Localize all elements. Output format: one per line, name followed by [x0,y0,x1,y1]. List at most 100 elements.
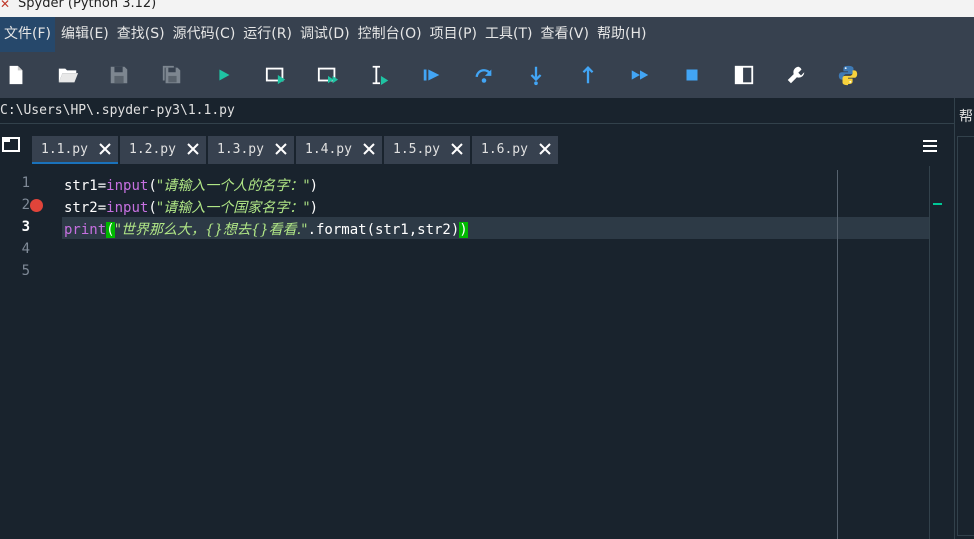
menu-view[interactable]: 查看(V) [536,17,593,52]
file-path: C:\Users\HP\.spyder-py3\1.1.py [0,103,235,118]
save-all-icon [162,65,181,84]
run-selection-icon [372,65,389,86]
code-string: "请输入一个人的名字：" [156,178,310,194]
open-file-button[interactable] [55,62,81,88]
menu-tools[interactable]: 工具(T) [481,17,536,52]
menu-help[interactable]: 帮助(H) [593,17,650,52]
tab-1-3-py[interactable]: 1.3.py [208,136,294,164]
close-icon[interactable] [186,142,200,156]
main-toolbar [0,52,974,98]
code-area[interactable]: str1=input("请输入一个人的名字：") str2=input("请输入… [62,166,929,539]
code-bracket: ( [148,200,157,216]
save-button[interactable] [106,62,132,88]
step-over-button[interactable] [471,62,497,88]
new-file-icon [9,65,23,85]
code-line-1: str1=input("请输入一个人的名字：") [64,175,318,195]
run-cell-advance-button[interactable] [315,62,341,88]
step-over-icon [475,69,492,83]
close-icon[interactable] [450,142,464,156]
maximize-pane-icon [734,65,754,85]
code-editor[interactable]: 1 2 3 4 5 str1=input("请输入一个人的名字：") str2=… [0,166,954,539]
menu-debug[interactable]: 调试(D) [296,17,354,52]
window-title: Spyder (Python 3.12) [18,0,157,11]
preferences-button[interactable] [783,62,809,88]
debug-icon [423,69,440,81]
tab-1-1-py[interactable]: 1.1.py [32,136,118,164]
tab-label: 1.2.py [129,142,176,157]
tab-1-4-py[interactable]: 1.4.py [296,136,382,164]
browse-tabs-icon[interactable] [2,137,20,152]
maximize-pane-button[interactable] [731,62,757,88]
code-text: str2= [64,200,107,216]
breakpoint-icon[interactable] [30,199,43,212]
file-path-bar: C:\Users\HP\.spyder-py3\1.1.py [0,98,954,124]
continue-button[interactable] [627,62,653,88]
line-number: 2 [21,197,30,213]
run-button[interactable] [211,62,237,88]
debug-button[interactable] [419,62,445,88]
menu-edit[interactable]: 编辑(E) [57,17,113,52]
tab-label: 1.1.py [41,142,88,157]
tab-options-menu-icon[interactable] [922,139,938,153]
title-bar: ✕ Spyder (Python 3.12) [0,0,974,17]
close-icon[interactable] [98,142,112,156]
menu-source[interactable]: 源代码(C) [169,17,240,52]
save-all-button[interactable] [159,62,185,88]
run-cell-icon [265,67,286,85]
code-text: .format(str1,str2) [307,222,460,238]
python-path-icon [838,65,858,86]
tab-label: 1.3.py [217,142,264,157]
code-text: str1= [64,178,107,194]
line-number: 4 [21,241,30,257]
code-line-3: print("世界那么大，{}想去{}看看.".format(str1,str2… [64,219,468,239]
scroll-flag-marker [933,203,942,205]
open-file-icon [58,68,79,83]
run-cell-button[interactable] [263,62,289,88]
step-return-icon [582,66,594,84]
code-builtin: input [106,178,149,194]
spyder-window: ✕ Spyder (Python 3.12) 文件(F) 编辑(E) 查找(S)… [0,0,974,539]
menu-run[interactable]: 运行(R) [239,17,296,52]
help-pane: 帮 [954,98,974,539]
python-path-button[interactable] [835,62,861,88]
tab-1-5-py[interactable]: 1.5.py [384,136,470,164]
code-bracket: ) [309,200,319,216]
edge-line [837,170,838,539]
run-selection-button[interactable] [367,62,393,88]
preferences-icon [787,66,805,84]
stop-button[interactable] [679,62,705,88]
close-icon[interactable] [274,142,288,156]
code-string: "世界那么大，{}想去{}看看." [114,222,308,238]
close-icon[interactable] [362,142,376,156]
new-file-button[interactable] [3,62,29,88]
menu-projects[interactable]: 项目(P) [426,17,481,52]
code-bracket: ) [309,178,319,194]
stop-icon [686,69,698,81]
editor-tab-bar: 1.1.py 1.2.py 1.3.py 1.4.py 1.5.py 1.6.p… [0,125,954,165]
menu-search[interactable]: 查找(S) [113,17,169,52]
close-icon[interactable] [538,142,552,156]
help-pane-panel [957,136,974,536]
step-into-icon [530,66,542,86]
tab-1-6-py[interactable]: 1.6.py [472,136,558,164]
run-icon [219,69,230,81]
line-number: 5 [21,263,30,279]
tab-1-2-py[interactable]: 1.2.py [120,136,206,164]
tab-label: 1.6.py [481,142,528,157]
menu-file[interactable]: 文件(F) [0,17,55,52]
code-builtin: print [64,222,107,238]
menu-bar: 文件(F) 编辑(E) 查找(S) 源代码(C) 运行(R) 调试(D) 控制台… [0,17,974,52]
continue-icon [631,70,649,80]
run-cell-advance-icon [317,67,339,84]
tab-label: 1.5.py [393,142,440,157]
editor-scrollflag-area[interactable] [929,166,954,539]
menu-consoles[interactable]: 控制台(O) [354,17,426,52]
line-number-current: 3 [21,219,30,235]
code-bracket: ( [148,178,157,194]
line-number-gutter[interactable]: 1 2 3 4 5 [0,166,62,539]
code-bracket-match: ( [106,222,115,238]
step-return-button[interactable] [575,62,601,88]
help-pane-tab[interactable]: 帮 [959,106,974,126]
code-string: "请输入一个国家名字：" [156,200,310,216]
step-into-button[interactable] [523,62,549,88]
